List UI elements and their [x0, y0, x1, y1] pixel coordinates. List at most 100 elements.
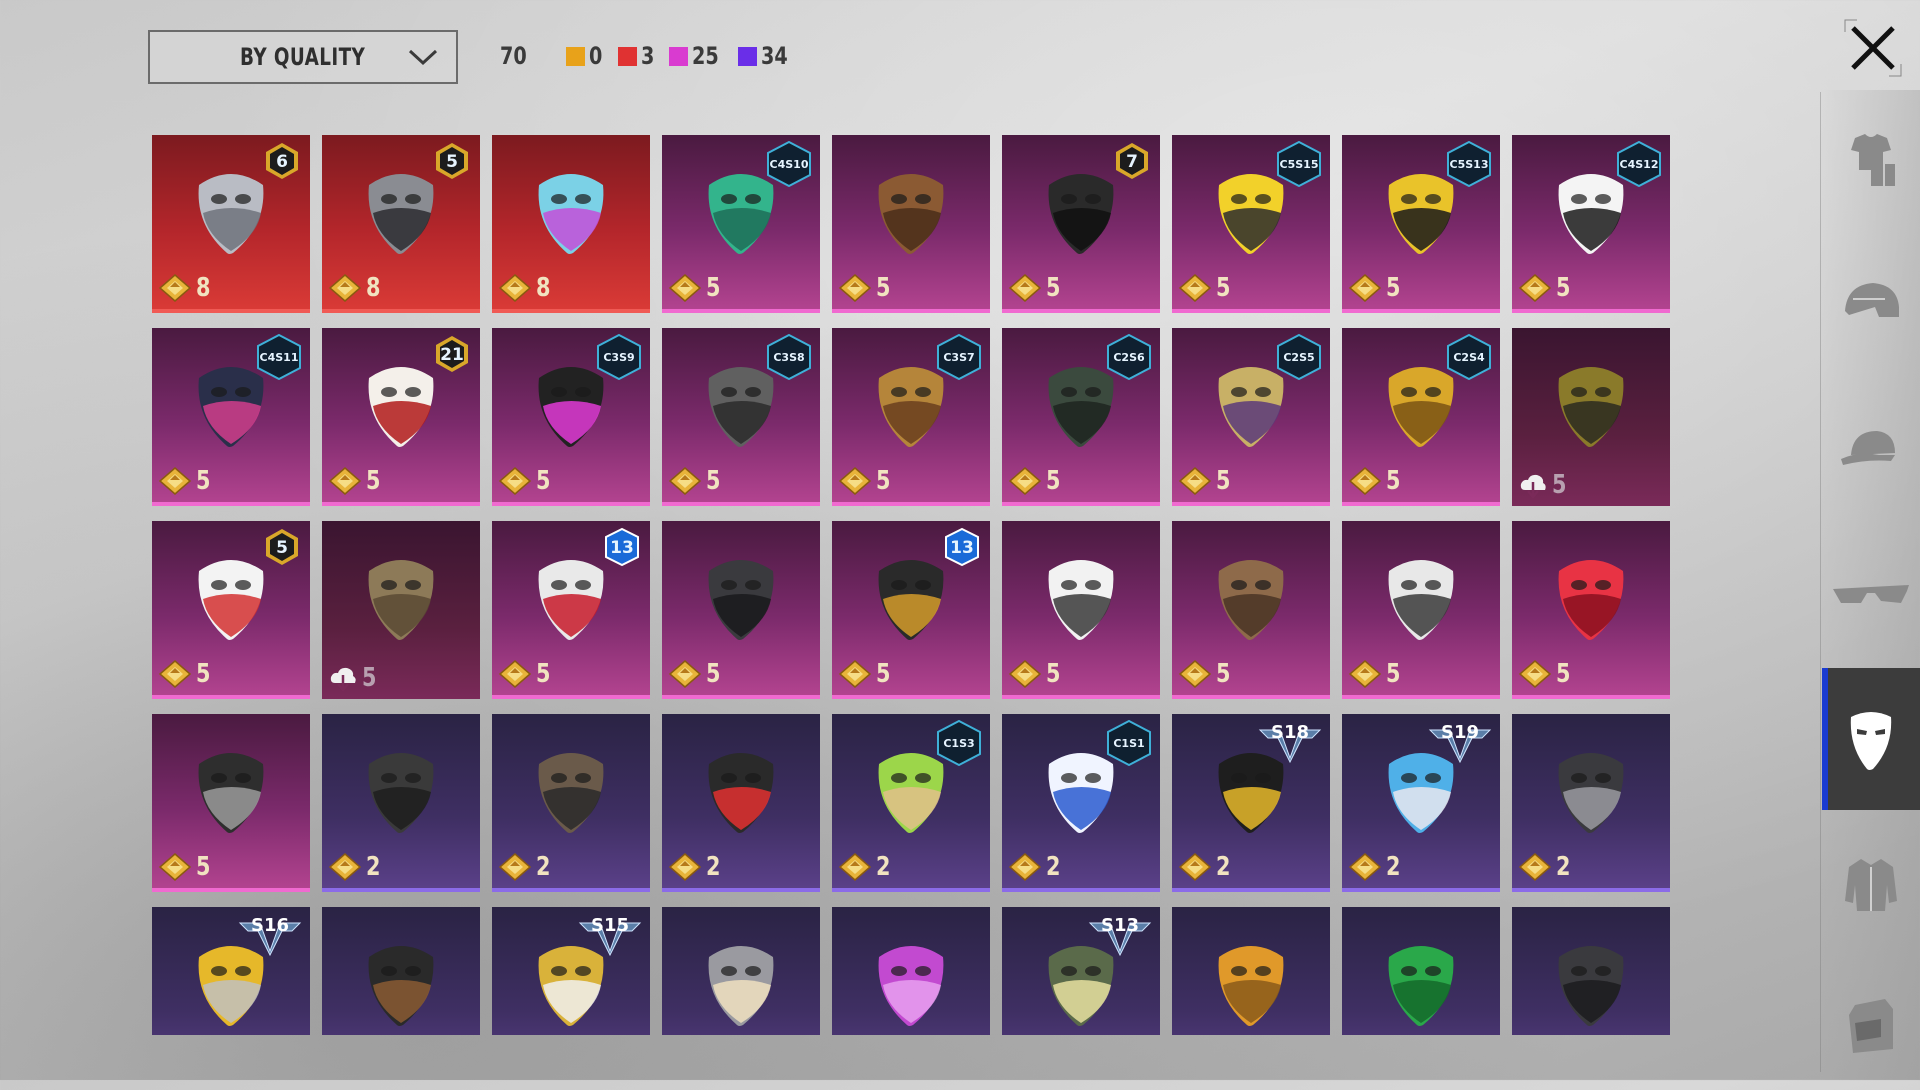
item-tile[interactable]: S13	[1002, 907, 1160, 1035]
item-tile[interactable]: 5 13	[832, 521, 990, 699]
level-badge-text: 6	[276, 152, 288, 172]
level-badge: 5	[436, 143, 468, 179]
item-tile[interactable]	[1512, 907, 1670, 1035]
item-tile[interactable]: 5 13	[492, 521, 650, 699]
item-cost: 5	[838, 273, 894, 303]
level-badge: 5	[266, 529, 298, 565]
item-tile[interactable]: 5 C3S9	[492, 328, 650, 506]
item-cost: 2	[328, 852, 384, 882]
item-tile[interactable]: 55	[152, 521, 310, 699]
item-tile[interactable]: 2 C1S1	[1002, 714, 1160, 892]
quality-swatch-epic	[669, 46, 689, 66]
item-tile[interactable]: 5 C3S7	[832, 328, 990, 506]
item-tile[interactable]: 5 C4S11	[152, 328, 310, 506]
season-wing-badge-text: S16	[251, 915, 289, 936]
item-tile[interactable]: 5 21	[322, 328, 480, 506]
black-mask-icon	[368, 753, 434, 833]
sort-dropdown[interactable]: BY QUALITY	[148, 30, 458, 84]
season-badge: C5S15	[1277, 141, 1321, 187]
item-cost-value: 5	[366, 466, 381, 496]
item-tile[interactable]: 2	[492, 714, 650, 892]
category-outfit[interactable]	[1822, 95, 1920, 225]
season-badge: C3S9	[597, 334, 641, 380]
item-tile[interactable]: 5	[152, 714, 310, 892]
green-neck-gaiter-icon	[1388, 946, 1454, 1026]
item-tile[interactable]	[1172, 907, 1330, 1035]
coin-icon	[498, 853, 532, 881]
coin-icon	[1178, 467, 1212, 495]
item-tile[interactable]: S16	[152, 907, 310, 1035]
season-badge: C4S11	[257, 334, 301, 380]
coin-icon	[1008, 274, 1042, 302]
item-cost: 5	[498, 659, 554, 689]
item-tile[interactable]: 5	[1172, 521, 1330, 699]
item-cost-value: 5	[876, 273, 891, 303]
category-backpack[interactable]	[1822, 960, 1920, 1090]
item-tile[interactable]: 2 S19	[1342, 714, 1500, 892]
item-tile[interactable]: 5 C2S6	[1002, 328, 1160, 506]
item-tile[interactable]: 5	[1002, 521, 1160, 699]
category-helmet[interactable]	[1822, 240, 1920, 370]
item-tile[interactable]: 2	[1512, 714, 1670, 892]
category-glasses[interactable]	[1822, 530, 1920, 660]
item-cost-value: 2	[1386, 852, 1401, 882]
item-tile[interactable]: 2 S18	[1172, 714, 1330, 892]
item-tile[interactable]	[322, 907, 480, 1035]
coin-icon	[1348, 274, 1382, 302]
item-cost-value: 2	[366, 852, 381, 882]
item-tile[interactable]: 5	[832, 135, 990, 313]
item-tile[interactable]: 5	[1512, 328, 1670, 506]
item-tile[interactable]: 57	[1002, 135, 1160, 313]
item-cost-value: 5	[1556, 273, 1571, 303]
item-tile[interactable]: 85	[322, 135, 480, 313]
item-tile[interactable]: 5	[662, 521, 820, 699]
coin-icon	[668, 660, 702, 688]
level-badge-text: 5	[446, 152, 458, 172]
item-tile[interactable]: 5	[1342, 521, 1500, 699]
coin-icon	[838, 274, 872, 302]
close-icon[interactable]	[1843, 18, 1903, 78]
item-cost: 5	[1008, 659, 1064, 689]
item-cost-value: 5	[706, 273, 721, 303]
coin-icon	[328, 467, 362, 495]
item-cost: 5	[1518, 273, 1574, 303]
item-tile[interactable]: 8	[492, 135, 650, 313]
item-cost: 5	[1178, 273, 1234, 303]
category-jacket[interactable]	[1822, 820, 1920, 950]
item-tile[interactable]	[1342, 907, 1500, 1035]
item-cost: 5	[328, 466, 384, 496]
item-tile[interactable]: 5 C4S12	[1512, 135, 1670, 313]
item-tile[interactable]: 5	[1512, 521, 1670, 699]
item-tile[interactable]	[832, 907, 990, 1035]
item-tile[interactable]: 5 C3S8	[662, 328, 820, 506]
item-tile[interactable]: 5 C4S10	[662, 135, 820, 313]
season-wing-badge-text: S18	[1271, 722, 1309, 743]
item-tile[interactable]: 5	[322, 521, 480, 699]
item-tile[interactable]: 2 C1S3	[832, 714, 990, 892]
red-nose-icon	[1558, 560, 1624, 640]
item-tile[interactable]	[662, 907, 820, 1035]
item-cost: 5	[158, 466, 214, 496]
coin-icon	[1518, 853, 1552, 881]
hooded-skull-mask-icon	[1388, 560, 1454, 640]
category-mask[interactable]	[1822, 668, 1920, 810]
quality-count-value: 3	[640, 42, 655, 70]
item-cost: 5	[1348, 466, 1404, 496]
item-cost: 2	[668, 852, 724, 882]
season-badge: C4S12	[1617, 141, 1661, 187]
season-wing-badge: S19	[1428, 722, 1492, 764]
item-tile[interactable]: 5 C5S15	[1172, 135, 1330, 313]
item-tile[interactable]: S15	[492, 907, 650, 1035]
item-cost-value: 2	[876, 852, 891, 882]
item-tile[interactable]: 5 C2S4	[1342, 328, 1500, 506]
category-cap[interactable]	[1822, 385, 1920, 515]
item-tile[interactable]: 86	[152, 135, 310, 313]
item-cost: 5	[668, 466, 724, 496]
item-tile[interactable]: 5 C2S5	[1172, 328, 1330, 506]
item-tile[interactable]: 2	[322, 714, 480, 892]
item-tile[interactable]: 2	[662, 714, 820, 892]
quality-count-value: 0	[589, 42, 603, 70]
item-cost-value: 2	[536, 852, 551, 882]
season-badge-text: C2S6	[1113, 351, 1145, 364]
item-tile[interactable]: 5 C5S13	[1342, 135, 1500, 313]
